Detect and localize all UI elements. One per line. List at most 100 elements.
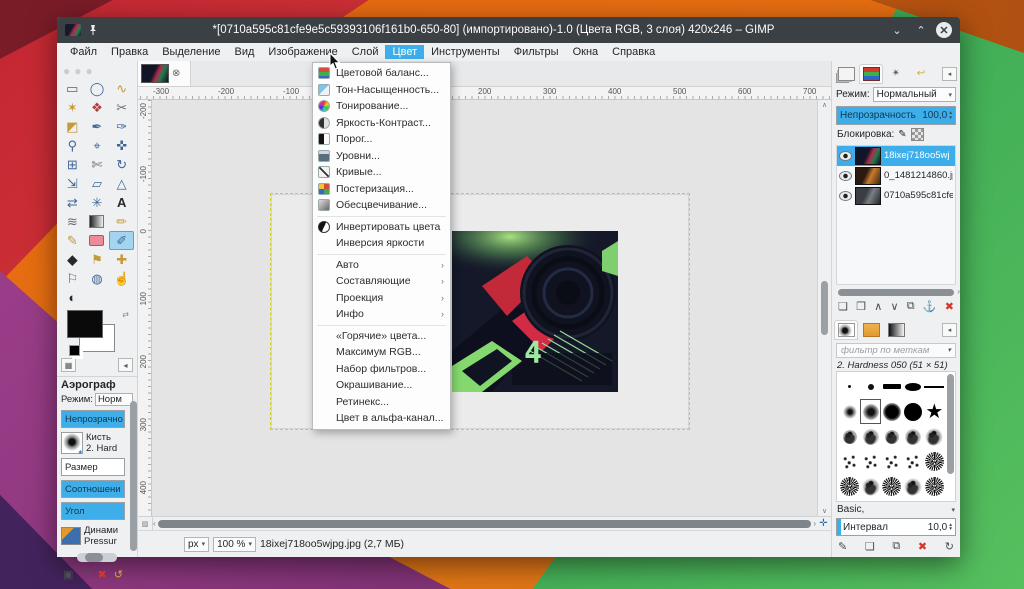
- tool-paths[interactable]: ✒: [85, 117, 110, 136]
- brush-item[interactable]: [881, 474, 902, 499]
- tool-scissors-select[interactable]: ✂: [109, 98, 134, 117]
- brush-item[interactable]: [839, 499, 860, 502]
- brush-value[interactable]: 2. Hard: [86, 443, 117, 454]
- menu-item-hot[interactable]: «Горячие» цвета...: [313, 328, 450, 345]
- tool-scale[interactable]: ⇲: [60, 174, 85, 193]
- menu-item-hue-saturation[interactable]: Тон-Насыщенность...: [313, 82, 450, 99]
- brush-item[interactable]: [839, 449, 860, 474]
- toolbox-config-button[interactable]: ▦: [61, 358, 76, 372]
- aspect-ratio-slider[interactable]: Соотношени: [61, 480, 125, 498]
- dock-menu-button[interactable]: ◂: [942, 67, 957, 81]
- tool-foreground-select[interactable]: ◩: [60, 117, 85, 136]
- menu-view[interactable]: Вид: [228, 45, 262, 59]
- menu-select[interactable]: Выделение: [155, 45, 227, 59]
- tab-layers[interactable]: [860, 65, 882, 83]
- menu-tools[interactable]: Инструменты: [424, 45, 507, 59]
- brush-group-label[interactable]: Basic,: [837, 504, 864, 515]
- tool-clone[interactable]: ⚑: [85, 250, 110, 269]
- tool-align[interactable]: ⊞: [60, 155, 85, 174]
- menu-item-posterize[interactable]: Постеризация...: [313, 181, 450, 198]
- tool-ellipse-select[interactable]: ◯: [85, 79, 110, 98]
- layers-horizontal-scrollbar[interactable]: [838, 289, 954, 297]
- tool-select-by-color[interactable]: ❖: [85, 98, 110, 117]
- tab-gradients[interactable]: [885, 321, 907, 339]
- brush-item[interactable]: [924, 449, 945, 474]
- menu-windows[interactable]: Окна: [566, 45, 606, 59]
- menu-item-filter-pack[interactable]: Набор фильтров...: [313, 361, 450, 378]
- pin-icon[interactable]: [87, 24, 99, 36]
- tool-color-picker[interactable]: ✑: [109, 117, 134, 136]
- brush-item[interactable]: [881, 424, 902, 449]
- titlebar[interactable]: *[0710a595c81cfe9e5c59393106f161b0-650-8…: [57, 17, 960, 43]
- menu-item-retinex[interactable]: Ретинекс...: [313, 394, 450, 411]
- image-tab[interactable]: ⊗: [138, 61, 191, 86]
- tool-options-mini-slider[interactable]: [77, 553, 117, 562]
- dynamics-value[interactable]: Pressur: [84, 536, 118, 547]
- brush-item[interactable]: [924, 474, 945, 499]
- delete-brush-button[interactable]: ✖: [918, 540, 927, 553]
- tab-paths[interactable]: ✴: [885, 65, 907, 83]
- menu-help[interactable]: Справка: [605, 45, 662, 59]
- brush-item-selected[interactable]: [860, 399, 881, 424]
- delete-layer-button[interactable]: ✖: [945, 300, 954, 313]
- visibility-eye-icon[interactable]: [839, 191, 852, 201]
- brush-item[interactable]: [903, 449, 924, 474]
- visibility-eye-icon[interactable]: [839, 171, 852, 181]
- tool-heal[interactable]: ✚: [109, 250, 134, 269]
- tool-pencil[interactable]: ✏: [109, 212, 134, 231]
- horizontal-scroll-thumb[interactable]: [158, 520, 812, 528]
- tool-free-select[interactable]: ∿: [109, 79, 134, 98]
- visibility-eye-icon[interactable]: [839, 151, 852, 161]
- minimize-button[interactable]: ⌄: [888, 21, 906, 39]
- brush-item[interactable]: [903, 399, 924, 424]
- brush-item[interactable]: [903, 424, 924, 449]
- layer-mode-select[interactable]: Нормальный▾: [873, 87, 956, 102]
- quick-mask-toggle[interactable]: ▨: [138, 517, 153, 530]
- delete-tool-preset-button[interactable]: ✖: [97, 568, 106, 581]
- horizontal-ruler[interactable]: -300 -200 -100 0 100 200 300 400 500 600…: [138, 87, 831, 100]
- tool-dodge-burn[interactable]: ◐: [60, 288, 85, 307]
- brush-item[interactable]: [860, 374, 881, 399]
- menu-item-max-rgb[interactable]: Максимум RGB...: [313, 344, 450, 361]
- brush-item[interactable]: [860, 499, 881, 502]
- brush-item[interactable]: [881, 449, 902, 474]
- brush-item[interactable]: [881, 499, 902, 502]
- brush-item[interactable]: [924, 374, 945, 399]
- brush-item[interactable]: [903, 499, 924, 502]
- menu-edit[interactable]: Правка: [104, 45, 155, 59]
- tool-zoom[interactable]: ⚲: [60, 136, 85, 155]
- brush-item[interactable]: [860, 449, 881, 474]
- scroll-down-icon[interactable]: ∨: [822, 507, 827, 515]
- menu-item-components[interactable]: Составляющие›: [313, 273, 450, 290]
- zoom-select[interactable]: 100 %▾: [213, 537, 256, 552]
- tool-flip[interactable]: ⇄: [60, 193, 85, 212]
- menu-item-info[interactable]: Инфо›: [313, 306, 450, 323]
- brush-item[interactable]: [839, 374, 860, 399]
- menu-item-value-invert[interactable]: Инверсия яркости: [313, 235, 450, 252]
- menu-item-auto[interactable]: Авто›: [313, 257, 450, 274]
- tool-options-scrollbar[interactable]: [130, 401, 137, 551]
- tab-patterns[interactable]: [860, 321, 882, 339]
- brush-filter-input[interactable]: фильтр по меткам▾: [836, 343, 956, 358]
- tool-gradient[interactable]: [85, 212, 110, 231]
- canvas-viewport[interactable]: 4: [152, 100, 817, 516]
- paint-mode-select[interactable]: Норм: [95, 393, 133, 406]
- brush-item[interactable]: [903, 374, 924, 399]
- layer-row[interactable]: 0710a595c81cfe: [837, 186, 955, 206]
- vertical-scroll-thumb[interactable]: [821, 281, 828, 335]
- lower-layer-button[interactable]: ∨: [890, 300, 898, 313]
- brushes-dock-menu-button[interactable]: ◂: [942, 323, 957, 337]
- tool-rotate[interactable]: ↻: [109, 155, 134, 174]
- save-tool-preset-button[interactable]: ▣: [63, 568, 73, 581]
- brush-item[interactable]: [860, 424, 881, 449]
- vertical-ruler[interactable]: -200 -100 0 100 200 300 400: [138, 100, 152, 516]
- raise-layer-button[interactable]: ∧: [874, 300, 882, 313]
- brush-item[interactable]: [839, 424, 860, 449]
- tool-warp-transform[interactable]: ≋: [60, 212, 85, 231]
- menu-item-brightness-contrast[interactable]: Яркость-Контраст...: [313, 115, 450, 132]
- brush-item[interactable]: [903, 474, 924, 499]
- restore-tool-preset-button[interactable]: ❐: [81, 568, 91, 581]
- menu-colors[interactable]: Цвет: [385, 45, 424, 59]
- tool-crop[interactable]: ✄: [85, 155, 110, 174]
- color-area[interactable]: ⇄: [63, 310, 131, 354]
